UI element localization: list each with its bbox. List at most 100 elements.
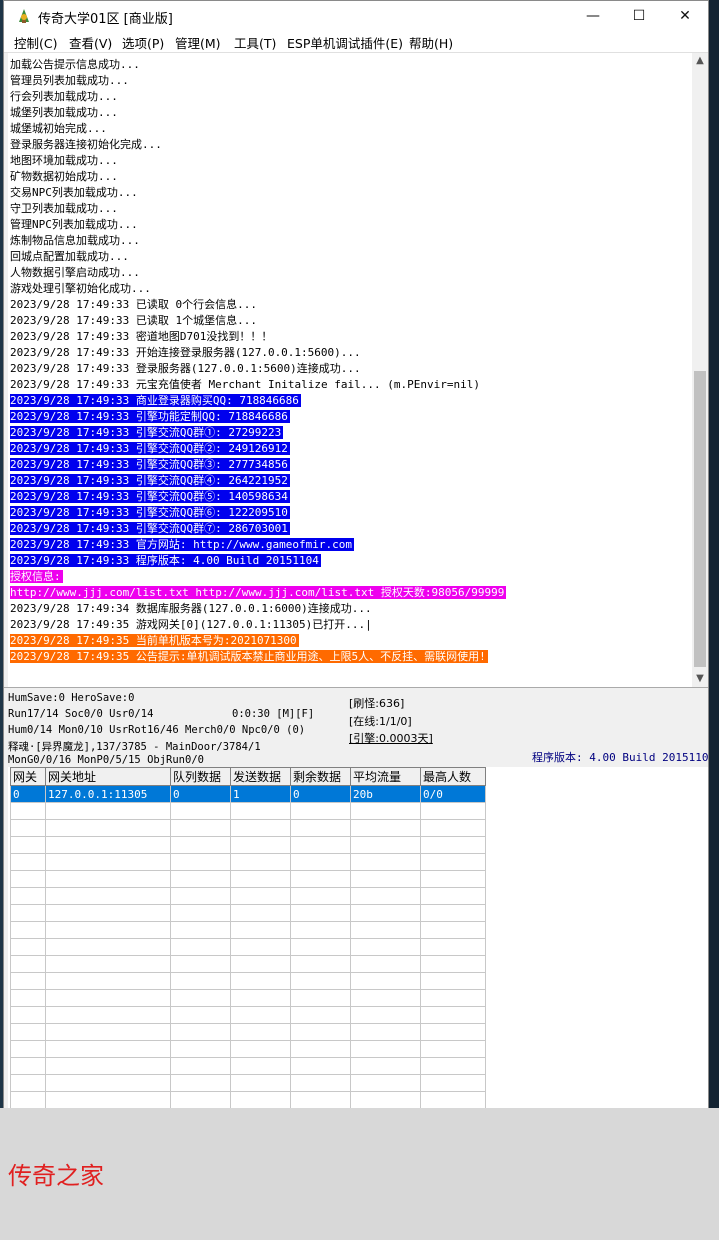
- close-button[interactable]: ✕: [662, 1, 708, 32]
- log-line-text: 2023/9/28 17:49:33 引擎交流QQ群②: 249126912: [10, 442, 290, 455]
- scroll-down-icon[interactable]: ▼: [692, 671, 708, 687]
- table-row[interactable]: [10, 819, 486, 837]
- log-line: 2023/9/28 17:49:33 引擎交流QQ群⑤: 140598634: [10, 489, 290, 505]
- log-line: 行会列表加载成功...: [10, 89, 120, 105]
- menu-tools[interactable]: 工具(T): [234, 33, 276, 52]
- log-line: 2023/9/28 17:49:33 元宝充值使者 Merchant Inita…: [10, 377, 482, 393]
- table-cell: [350, 955, 421, 973]
- column-header[interactable]: 网关: [10, 767, 46, 786]
- log-line: 城堡列表加载成功...: [10, 105, 120, 121]
- table-cell: [420, 904, 486, 922]
- column-header[interactable]: 网关地址: [45, 767, 171, 786]
- table-cell: [230, 1091, 291, 1109]
- minimize-button[interactable]: —: [570, 1, 616, 32]
- table-row[interactable]: [10, 887, 486, 905]
- table-row[interactable]: [10, 853, 486, 871]
- log-line-text: 2023/9/28 17:49:33 程序版本: 4.00 Build 2015…: [10, 554, 321, 567]
- table-row[interactable]: [10, 1057, 486, 1075]
- menu-view[interactable]: 查看(V): [69, 33, 112, 52]
- table-cell: [230, 836, 291, 854]
- server-log[interactable]: 加载公告提示信息成功... 管理员列表加载成功... 行会列表加载成功... 城堡列表…: [8, 53, 692, 687]
- column-header[interactable]: 发送数据: [230, 767, 291, 786]
- table-cell: [290, 972, 351, 990]
- table-cell: [420, 1057, 486, 1075]
- table-cell: [230, 1040, 291, 1058]
- log-line: 游戏处理引擎初始化成功...: [10, 281, 153, 297]
- log-line-text: 管理NPC列表加载成功...: [10, 218, 138, 231]
- log-line: 2023/9/28 17:49:33 登录服务器(127.0.0.1:5600)…: [10, 361, 363, 377]
- menu-options[interactable]: 选项(P): [122, 33, 164, 52]
- table-cell: [350, 887, 421, 905]
- table-cell: [420, 938, 486, 956]
- maximize-icon: ☐: [632, 8, 646, 24]
- table-cell: [170, 870, 231, 888]
- table-row[interactable]: [10, 955, 486, 973]
- maximize-button[interactable]: ☐: [616, 1, 662, 32]
- gate-grid-area: 网关 网关地址 队列数据 发送数据 剩余数据 平均流量 最高人数 0 127.0.0.1:11…: [8, 767, 708, 1126]
- app-window: 传奇大学01区 [商业版] — ☐ ✕ 控制(C) 查看(V) 选项(P) 管理…: [3, 0, 709, 1236]
- table-cell: [45, 819, 171, 837]
- status-panel: HumSave:0 HeroSave:0 Run17/14 Soc0/0 Usr…: [4, 687, 708, 768]
- log-line-text: 地图环境加载成功...: [10, 154, 118, 167]
- log-line: 管理员列表加载成功...: [10, 73, 131, 89]
- table-cell: [170, 972, 231, 990]
- table-cell: [10, 819, 46, 837]
- table-cell: [45, 1006, 171, 1024]
- table-cell: [290, 1057, 351, 1075]
- table-cell: [420, 1074, 486, 1092]
- title-bar[interactable]: 传奇大学01区 [商业版] — ☐ ✕: [4, 1, 708, 32]
- log-line-text: 2023/9/28 17:49:33 引擎交流QQ群⑤: 140598634: [10, 490, 290, 503]
- table-row[interactable]: [10, 1074, 486, 1092]
- table-row[interactable]: [10, 1006, 486, 1024]
- log-line: 炼制物品信息加载成功...: [10, 233, 142, 249]
- table-row[interactable]: [10, 921, 486, 939]
- table-cell: [290, 802, 351, 820]
- table-cell: [420, 819, 486, 837]
- minimize-icon: —: [586, 8, 600, 24]
- table-row[interactable]: [10, 904, 486, 922]
- footer-band: [0, 1108, 719, 1240]
- table-row[interactable]: [10, 870, 486, 888]
- table-cell: [230, 972, 291, 990]
- log-line-text: 守卫列表加载成功...: [10, 202, 118, 215]
- table-row[interactable]: [10, 972, 486, 990]
- menu-help[interactable]: 帮助(H): [409, 33, 453, 52]
- menu-manage[interactable]: 管理(M): [175, 33, 221, 52]
- table-cell: [170, 1074, 231, 1092]
- table-cell: [290, 938, 351, 956]
- table-cell: [10, 955, 46, 973]
- column-header[interactable]: 最高人数: [420, 767, 486, 786]
- table-row[interactable]: [10, 989, 486, 1007]
- menu-bar: 控制(C) 查看(V) 选项(P) 管理(M) 工具(T) ESP单机调试插件(…: [4, 32, 708, 53]
- table-cell: [170, 1040, 231, 1058]
- scroll-up-icon[interactable]: ▲: [692, 53, 708, 69]
- log-line-text: 2023/9/28 17:49:33 密道地图D701没找到！！！: [10, 330, 273, 343]
- table-row[interactable]: [10, 938, 486, 956]
- log-line-text: 管理员列表加载成功...: [10, 74, 129, 87]
- table-cell: [170, 955, 231, 973]
- log-line: 2023/9/28 17:49:35 公告提示:单机调试版本禁止商业用途、上限5…: [10, 649, 488, 665]
- menu-esp-plugin[interactable]: ESP单机调试插件(E): [287, 33, 403, 52]
- table-row[interactable]: [10, 802, 486, 820]
- table-row[interactable]: [10, 1040, 486, 1058]
- table-cell: [45, 853, 171, 871]
- table-row[interactable]: [10, 836, 486, 854]
- column-header[interactable]: 平均流量: [350, 767, 421, 786]
- scrollbar-thumb[interactable]: [694, 371, 706, 667]
- log-scrollbar[interactable]: ▲ ▼: [692, 53, 708, 687]
- log-line-text: 2023/9/28 17:49:33 引擎交流QQ群⑦: 286703001: [10, 522, 290, 535]
- desktop-background-right: [709, 0, 719, 1240]
- log-line-text: 2023/9/28 17:49:33 商业登录器购买QQ: 718846686: [10, 394, 301, 407]
- column-header[interactable]: 队列数据: [170, 767, 231, 786]
- table-row[interactable]: [10, 1091, 486, 1109]
- column-header[interactable]: 剩余数据: [290, 767, 351, 786]
- gate-table[interactable]: 网关 网关地址 队列数据 发送数据 剩余数据 平均流量 最高人数 0 127.0.0.1:11…: [10, 767, 486, 1126]
- menu-control[interactable]: 控制(C): [14, 33, 57, 52]
- table-row[interactable]: 0 127.0.0.1:11305 0 1 0 20b 0/0: [10, 785, 486, 803]
- table-cell: [45, 989, 171, 1007]
- table-cell: [170, 819, 231, 837]
- table-cell: [10, 1091, 46, 1109]
- status-mon: MonG0/0/16 MonP0/5/15 ObjRun0/0: [8, 754, 204, 766]
- table-row[interactable]: [10, 1023, 486, 1041]
- engine-days-link[interactable]: [引擎:0.0003天]: [349, 730, 433, 746]
